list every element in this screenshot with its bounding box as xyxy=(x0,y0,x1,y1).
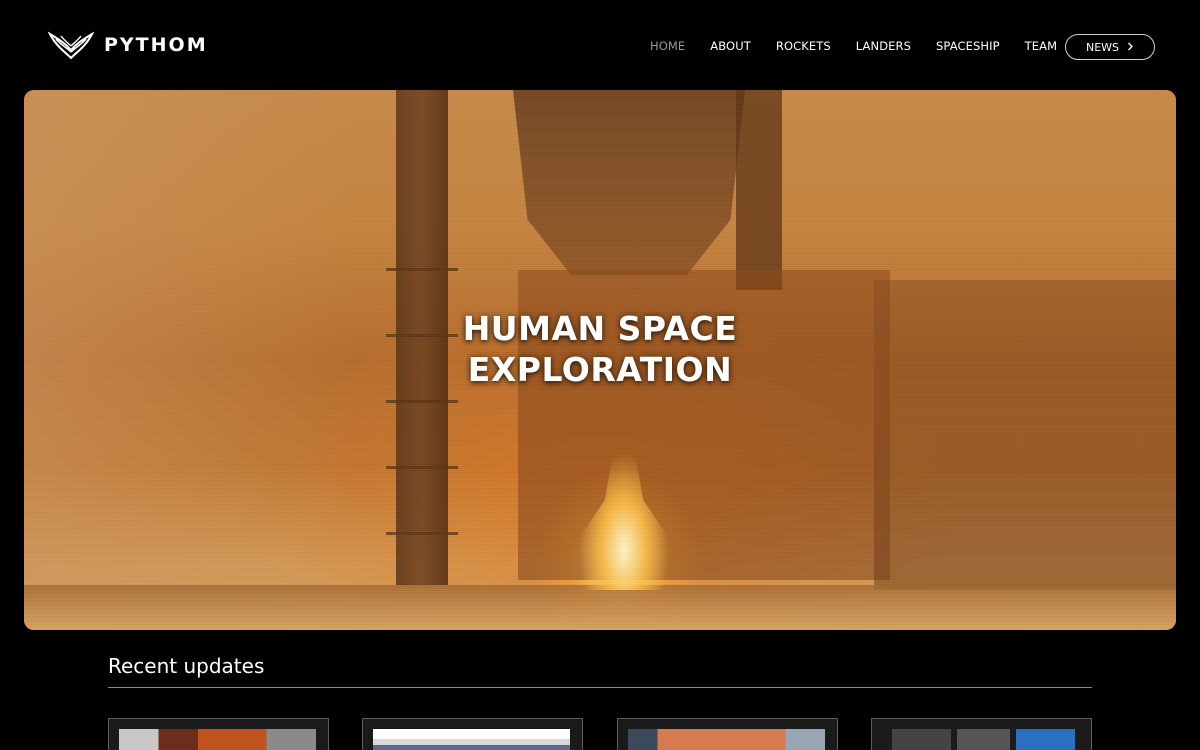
site-header: PYTHOM HOME ABOUT ROCKETS LANDERS SPACES… xyxy=(0,0,1200,90)
hero-title-line-1: HUMAN SPACE xyxy=(462,309,738,348)
brand-name: PYTHOM xyxy=(104,34,208,56)
nav-item-about[interactable]: ABOUT xyxy=(710,39,751,53)
update-card-thumbnail xyxy=(882,729,1079,750)
nav-item-spaceship[interactable]: SPACESHIP xyxy=(936,39,1000,53)
brand-logo-link[interactable]: PYTHOM xyxy=(48,30,208,60)
hero-title: HUMAN SPACE EXPLORATION xyxy=(24,308,1176,390)
wings-logo-icon xyxy=(48,30,94,60)
page: PYTHOM HOME ABOUT ROCKETS LANDERS SPACES… xyxy=(0,0,1200,750)
nav-item-rockets[interactable]: ROCKETS xyxy=(776,39,831,53)
section-divider xyxy=(108,687,1092,688)
nav-item-landers[interactable]: LANDERS xyxy=(856,39,911,53)
update-card-thumbnail xyxy=(119,729,316,750)
main-nav: HOME ABOUT ROCKETS LANDERS SPACESHIP TEA… xyxy=(650,39,1082,53)
nav-item-team[interactable]: TEAM xyxy=(1025,39,1057,53)
hero-title-line-2: EXPLORATION xyxy=(467,350,733,389)
update-card[interactable] xyxy=(617,718,838,750)
update-card-thumbnail xyxy=(373,729,570,750)
chevron-right-icon xyxy=(1127,41,1134,54)
update-card-thumbnail xyxy=(628,729,825,750)
update-card[interactable] xyxy=(108,718,329,750)
news-button-label: NEWS xyxy=(1085,40,1120,54)
nav-item-home[interactable]: HOME xyxy=(650,39,685,53)
hero-banner: HUMAN SPACE EXPLORATION xyxy=(24,90,1176,630)
update-card[interactable] xyxy=(871,718,1092,750)
news-button[interactable]: NEWS xyxy=(1065,34,1155,60)
recent-updates-heading: Recent updates xyxy=(108,654,265,678)
update-card[interactable] xyxy=(362,718,583,750)
